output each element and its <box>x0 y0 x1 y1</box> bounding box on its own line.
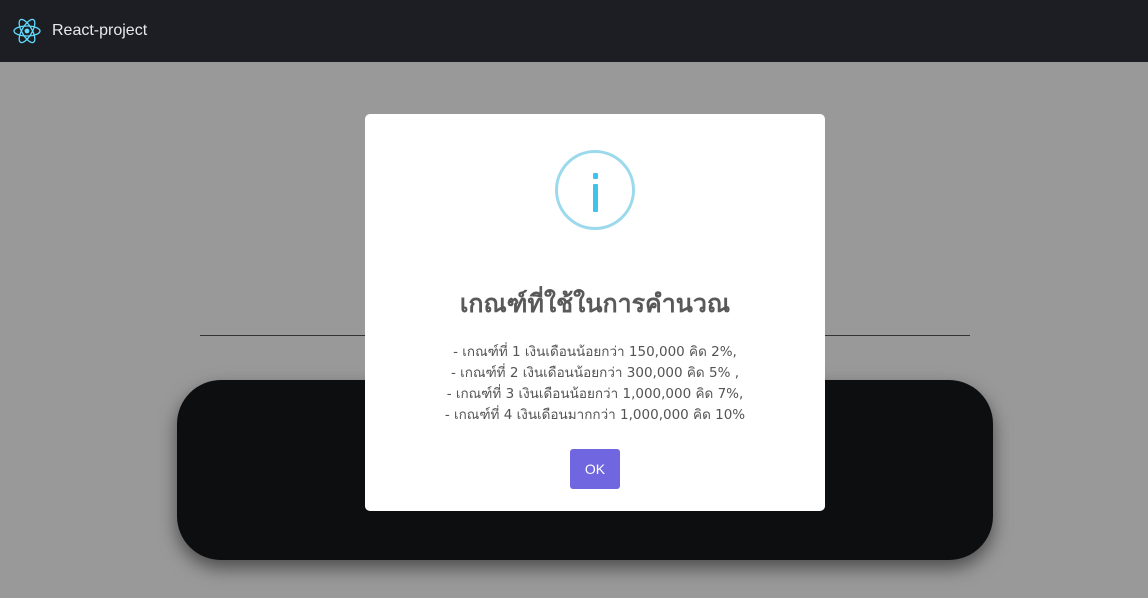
react-atom-icon[interactable] <box>12 16 42 46</box>
dialog-title: เกณฑ์ที่ใช้ในการคำนวณ <box>459 289 731 318</box>
info-icon-dot <box>593 173 598 179</box>
dialog-body: - เกณฑ์ที่ 1 เงินเดือนน้อยกว่า 150,000 ค… <box>365 342 825 426</box>
info-icon-bar <box>593 184 598 212</box>
criteria-line-3: - เกณฑ์ที่ 3 เงินเดือนน้อยกว่า 1,000,000… <box>446 386 744 402</box>
navbar: React-project <box>0 0 1148 62</box>
info-dialog: เกณฑ์ที่ใช้ในการคำนวณ - เกณฑ์ที่ 1 เงินเ… <box>365 114 825 511</box>
criteria-line-4: - เกณฑ์ที่ 4 เงินเดือนมากกว่า 1,000,000 … <box>444 407 746 423</box>
criteria-line-2: - เกณฑ์ที่ 2 เงินเดือนน้อยกว่า 300,000 ค… <box>451 365 739 381</box>
navbar-brand[interactable]: React-project <box>52 22 147 40</box>
ok-button[interactable]: OK <box>570 449 620 489</box>
info-icon <box>555 150 635 230</box>
criteria-line-1: - เกณฑ์ที่ 1 เงินเดือนน้อยกว่า 150,000 ค… <box>453 344 737 360</box>
